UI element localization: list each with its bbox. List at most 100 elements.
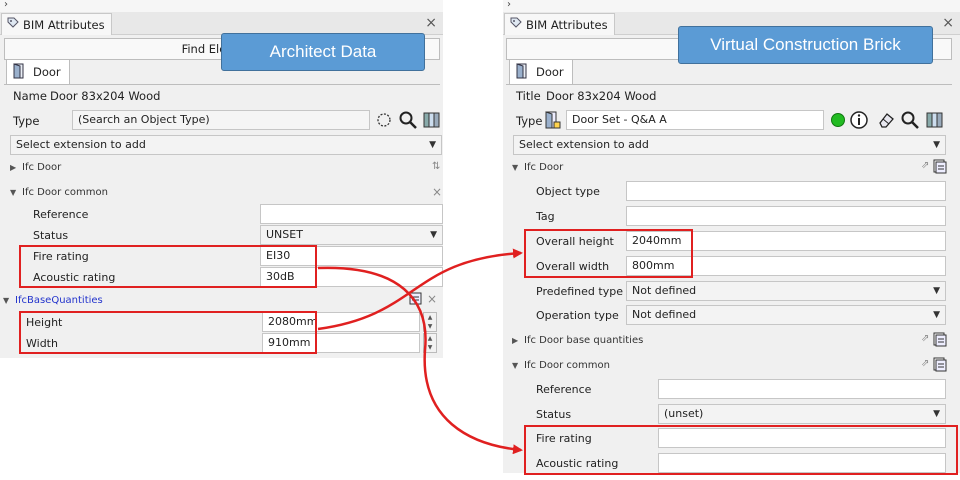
collapse-chevron[interactable]: › (0, 0, 443, 12)
section-ifc-door-common-label: Ifc Door common (22, 187, 108, 198)
property-set-icon[interactable] (933, 332, 947, 350)
property-set-icon[interactable] (933, 159, 947, 177)
remove-section-icon[interactable]: × (427, 292, 437, 306)
search-icon[interactable] (900, 110, 920, 133)
object-tab-label: Door (536, 65, 564, 79)
collapse-triangle-icon: ▼ (512, 361, 519, 370)
property-label: Reference (33, 208, 89, 221)
object-library-icon[interactable] (924, 110, 944, 133)
extension-select[interactable]: Select extension to add ▼ (10, 135, 442, 155)
object-tab-door[interactable]: Door (6, 59, 70, 84)
width-stepper[interactable]: ▲ ▼ (423, 333, 437, 353)
bim-attributes-tab[interactable]: BIM Attributes (504, 13, 615, 35)
dropdown-arrow-icon: ▼ (933, 310, 940, 320)
property-label: Predefined type (536, 285, 623, 298)
bim-attributes-tab[interactable]: BIM Attributes (1, 13, 112, 35)
callout-architect-data: Architect Data (221, 33, 425, 71)
highlight-left-ratings (19, 245, 317, 288)
close-icon[interactable]: × (942, 15, 954, 31)
dropdown-arrow-icon: ▼ (933, 140, 940, 150)
tag-field[interactable] (626, 206, 946, 226)
section-ifc-door-common-label: Ifc Door common (524, 360, 610, 371)
section-ifc-door[interactable]: ▶ Ifc Door (10, 162, 61, 173)
type-field[interactable]: Door Set - Q&A A (566, 110, 824, 130)
dropdown-arrow-icon: ▼ (933, 286, 940, 296)
section-ifc-door-label: Ifc Door (22, 162, 62, 173)
name-label: Name (13, 89, 47, 103)
predefined-type-select[interactable]: Not defined ▼ (626, 281, 946, 301)
section-ifc-door-base-quantities-label: Ifc Door base quantities (524, 335, 644, 346)
object-tab-label: Door (33, 65, 61, 79)
door-set-icon (543, 110, 561, 133)
type-search-input[interactable]: (Search an Object Type) (72, 110, 370, 130)
search-icon[interactable] (398, 110, 418, 133)
status-select[interactable]: (unset) ▼ (658, 404, 946, 424)
extension-select-value: Select extension to add (519, 138, 649, 151)
extension-select-value: Select extension to add (16, 138, 146, 151)
link-icon[interactable]: ⇗ (921, 160, 929, 171)
reference-field[interactable] (658, 379, 946, 399)
object-tab-door[interactable]: Door (509, 59, 573, 84)
status-ok-icon (830, 112, 846, 131)
height-stepper[interactable]: ▲ ▼ (423, 312, 437, 332)
highlight-left-quantities (19, 311, 317, 354)
collapse-triangle-icon: ▼ (10, 188, 17, 197)
section-ifc-door[interactable]: ▼ Ifc Door (512, 162, 563, 173)
door-icon (12, 62, 28, 82)
expand-triangle-icon: ▶ (512, 336, 519, 345)
title-label: Title (516, 89, 541, 103)
property-label: Status (33, 229, 69, 242)
highlight-right-dimensions (524, 229, 693, 278)
reference-field[interactable] (260, 204, 443, 224)
property-label: Tag (536, 210, 555, 223)
section-ifc-door-common[interactable]: ▼ Ifc Door common (512, 360, 610, 371)
link-icon[interactable]: ⇗ (921, 358, 929, 369)
type-label: Type (516, 114, 543, 128)
property-label: Status (536, 408, 572, 421)
link-icon[interactable]: ⇗ (921, 333, 929, 344)
operation-type-select[interactable]: Not defined ▼ (626, 305, 946, 325)
collapse-triangle-icon: ▼ (512, 163, 519, 172)
eraser-icon[interactable] (876, 110, 896, 133)
title-value: Door 83x204 Wood (546, 89, 657, 103)
window-title: BIM Attributes (23, 17, 105, 32)
extension-select[interactable]: Select extension to add ▼ (513, 135, 946, 155)
dropdown-arrow-icon: ▼ (933, 409, 940, 419)
quantity-set-icon[interactable] (409, 292, 423, 309)
property-set-icon[interactable] (933, 357, 947, 375)
property-label: Operation type (536, 309, 619, 322)
circle-select-icon[interactable] (376, 112, 392, 131)
callout-virtual-construction-brick: Virtual Construction Brick (678, 26, 933, 64)
object-type-field[interactable] (626, 181, 946, 201)
section-ifc-base-quantities-label: IfcBaseQuantities (15, 295, 103, 306)
collapse-triangle-icon: ▼ (3, 296, 10, 305)
tag-icon (6, 16, 20, 33)
section-ifc-door-common[interactable]: ▼ Ifc Door common (10, 187, 108, 198)
section-ifc-base-quantities[interactable]: ▼ IfcBaseQuantities (3, 295, 103, 306)
close-icon[interactable]: × (425, 15, 437, 31)
dropdown-arrow-icon: ▼ (429, 140, 436, 150)
divider (506, 84, 952, 85)
predefined-type-value: Not defined (632, 284, 697, 297)
reorder-icon[interactable]: ⇅ (432, 161, 440, 172)
property-label: Reference (536, 383, 592, 396)
expand-triangle-icon: ▶ (10, 163, 17, 172)
collapse-chevron[interactable]: › (503, 0, 960, 12)
status-select[interactable]: UNSET ▼ (260, 225, 443, 245)
divider (4, 84, 440, 85)
property-label: Object type (536, 185, 600, 198)
dropdown-arrow-icon: ▼ (430, 230, 437, 240)
section-ifc-door-label: Ifc Door (524, 162, 564, 173)
highlight-right-ratings (524, 425, 958, 475)
info-icon[interactable] (849, 110, 869, 133)
object-library-icon[interactable] (421, 110, 441, 133)
name-value: Door 83x204 Wood (50, 89, 161, 103)
door-icon (515, 62, 531, 82)
section-ifc-door-base-quantities[interactable]: ▶ Ifc Door base quantities (512, 335, 643, 346)
titlebar: BIM Attributes × (0, 12, 443, 35)
operation-type-value: Not defined (632, 308, 697, 321)
window-title: BIM Attributes (526, 17, 608, 32)
tag-icon (509, 16, 523, 33)
remove-section-icon[interactable]: × (432, 185, 442, 199)
status-value: (unset) (664, 407, 704, 420)
